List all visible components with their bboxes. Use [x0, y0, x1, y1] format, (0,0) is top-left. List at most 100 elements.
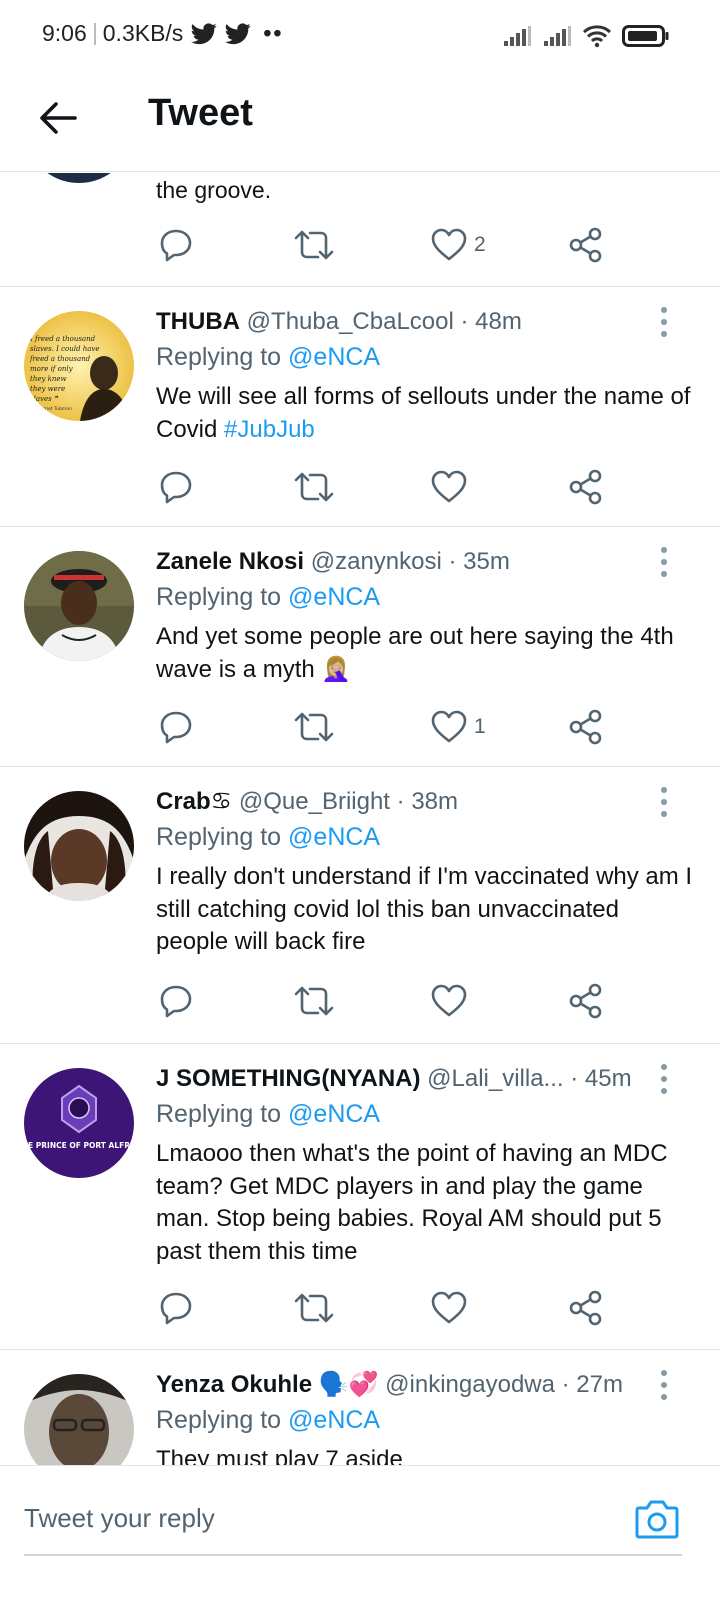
mention-link[interactable]: @eNCA [288, 1100, 380, 1128]
tweet[interactable]: THE PRINCE OF PORT ALFRED J SOMETHING(NY… [0, 1044, 720, 1350]
author-name[interactable]: Crab♋ [156, 788, 232, 815]
back-button[interactable] [36, 96, 80, 140]
replying-to: Replying to @eNCA [156, 343, 380, 372]
avatar-quote-line: more if only [30, 365, 74, 373]
tweet[interactable]: I freed a thousand slaves. I could have … [0, 287, 720, 527]
battery-icon [622, 25, 669, 47]
reply-feed[interactable]: the groove. 2 I freed a thousand slaves.… [0, 173, 720, 1465]
tweet-actions: 1 [156, 707, 616, 747]
avatar-quote-line: slaves ❞ [30, 395, 59, 403]
tweet-actions [156, 1288, 616, 1328]
retweet-icon [294, 230, 334, 260]
tweet-text: They must play 7 aside [156, 1446, 403, 1465]
retweet-button[interactable] [292, 467, 336, 507]
like-button[interactable] [430, 467, 468, 507]
reply-button[interactable] [156, 225, 196, 265]
author-name[interactable]: Zanele Nkosi [156, 548, 304, 575]
arrow-left-icon [40, 102, 77, 134]
author-handle[interactable]: @Lali_villa... [427, 1065, 563, 1092]
like-button[interactable] [430, 981, 468, 1021]
avatar-quote-line: they were [30, 385, 65, 393]
share-button[interactable] [566, 707, 606, 747]
author-handle[interactable]: @zanynkosi [311, 548, 442, 575]
avatar[interactable] [24, 791, 134, 901]
mention-link[interactable]: @eNCA [288, 1406, 380, 1434]
reply-icon [160, 711, 192, 744]
retweet-button[interactable] [292, 1288, 336, 1328]
like-count: 2 [474, 233, 486, 256]
avatar[interactable] [24, 1374, 134, 1465]
avatar[interactable] [24, 173, 134, 183]
reply-button[interactable] [156, 467, 196, 507]
share-button[interactable] [566, 1288, 606, 1328]
share-icon [569, 1290, 602, 1326]
tweet[interactable]: Crab♋ @Que_Briight · 38m Replying to @eN… [0, 767, 720, 1044]
heart-icon [431, 470, 467, 503]
reply-button[interactable] [156, 981, 196, 1021]
reply-composer: Tweet your reply [0, 1465, 720, 1600]
like-button[interactable] [430, 1288, 468, 1328]
avatar[interactable]: THE PRINCE OF PORT ALFRED [24, 1068, 134, 1178]
replying-to-prefix: Replying to [156, 343, 282, 371]
status-speed: 0.3KB/s [102, 20, 184, 46]
more-options-button[interactable] [658, 787, 670, 817]
share-button[interactable] [566, 467, 606, 507]
heart-icon [431, 1291, 467, 1324]
signal-icon [544, 26, 571, 46]
more-options-button[interactable] [658, 1370, 670, 1400]
more-options-button[interactable] [658, 1064, 670, 1094]
share-icon [569, 469, 602, 505]
avatar[interactable] [24, 551, 134, 661]
author-handle[interactable]: @inkingayodwa [385, 1371, 555, 1398]
status-left: 9:06 0.3KB/s •• [42, 20, 283, 47]
author-name[interactable]: J SOMETHING(NYANA) [156, 1065, 420, 1092]
author-handle[interactable]: @Thuba_CbaLcool [247, 308, 454, 335]
avatar-quote-line: I freed a thousand [29, 335, 96, 343]
replying-to-prefix: Replying to [156, 1406, 282, 1434]
tweet[interactable]: Zanele Nkosi @zanynkosi · 35m Replying t… [0, 527, 720, 767]
retweet-button[interactable] [292, 225, 336, 265]
status-bar: 9:06 0.3KB/s •• [0, 0, 720, 72]
camera-button[interactable] [634, 1496, 680, 1542]
retweet-button[interactable] [292, 981, 336, 1021]
reply-button[interactable] [156, 1288, 196, 1328]
author-name[interactable]: Yenza Okuhle 🗣️💞 [156, 1371, 379, 1398]
author-name[interactable]: THUBA [156, 308, 240, 335]
tweet-text: the groove. [156, 177, 272, 203]
mention-link[interactable]: @eNCA [288, 583, 380, 611]
signal-icon [504, 26, 531, 46]
retweet-icon [294, 1293, 334, 1323]
retweet-icon [294, 986, 334, 1016]
wifi-icon [582, 25, 612, 48]
avatar-quote-author: - Harriet Tubman [34, 406, 72, 412]
like-button[interactable]: 2 [430, 225, 486, 265]
tweet-text: We will see all forms of sellouts under … [156, 381, 696, 446]
avatar[interactable]: I freed a thousand slaves. I could have … [24, 311, 134, 421]
mention-link[interactable]: @eNCA [288, 343, 380, 371]
reply-icon [160, 985, 192, 1018]
tweet-actions [156, 981, 616, 1021]
hashtag-link[interactable]: #JubJub [224, 416, 315, 443]
tweet[interactable]: Yenza Okuhle 🗣️💞 @inkingayodwa · 27m Rep… [0, 1350, 720, 1465]
tweet-text: And yet some people are out here saying … [156, 623, 674, 683]
more-notifications-icon: •• [263, 20, 284, 46]
share-icon [569, 983, 602, 1019]
tweet-actions [156, 467, 616, 507]
avatar-image [24, 551, 134, 661]
reply-input[interactable]: Tweet your reply [24, 1496, 424, 1540]
share-button[interactable] [566, 225, 606, 265]
share-button[interactable] [566, 981, 606, 1021]
twitter-icon [191, 22, 217, 44]
like-button[interactable]: 1 [430, 707, 486, 747]
author-handle[interactable]: @Que_Briight [239, 788, 390, 815]
avatar-quote-line: they knew [30, 375, 67, 383]
more-options-button[interactable] [658, 307, 670, 337]
mention-link[interactable]: @eNCA [288, 823, 380, 851]
tweet-partial[interactable]: the groove. 2 [0, 173, 720, 287]
tweet-time: · 38m [396, 788, 459, 815]
reply-button[interactable] [156, 707, 196, 747]
more-options-button[interactable] [658, 547, 670, 577]
replying-to-prefix: Replying to [156, 583, 282, 611]
retweet-button[interactable] [292, 707, 336, 747]
replying-to: Replying to @eNCA [156, 1100, 380, 1129]
